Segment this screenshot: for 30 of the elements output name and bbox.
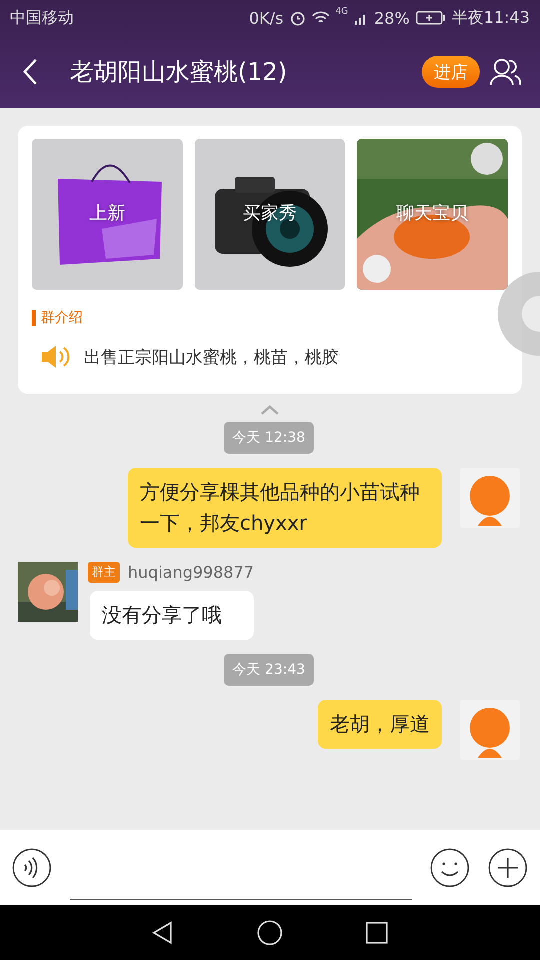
message-bubble: 没有分享了哦 bbox=[90, 591, 254, 640]
network-speed: 0K/s bbox=[249, 8, 284, 28]
plus-icon[interactable] bbox=[488, 848, 528, 888]
battery-icon bbox=[416, 11, 446, 25]
home-nav-icon[interactable] bbox=[257, 920, 283, 946]
sender-name: huqiang998877 bbox=[128, 563, 254, 582]
back-nav-icon[interactable] bbox=[151, 920, 175, 944]
carrier-name: 中国移动 bbox=[10, 8, 74, 28]
chat-title: 老胡阳山水蜜桃(12) bbox=[70, 57, 288, 88]
avatar bbox=[460, 468, 520, 528]
recents-nav-icon[interactable] bbox=[365, 920, 389, 944]
shortcut-tile[interactable]: 上新 bbox=[32, 139, 183, 290]
group-intro: 出售正宗阳山水蜜桃，桃苗，桃胶 bbox=[84, 346, 339, 368]
owner-badge: 群主 bbox=[88, 562, 120, 583]
speaker-icon bbox=[40, 344, 70, 370]
timestamp: 今天 12:38 bbox=[224, 422, 314, 454]
message-bubble: 方便分享棵其他品种的小苗试种一下，邦友chyxxr bbox=[128, 468, 442, 548]
clock: 半夜11:43 bbox=[452, 8, 530, 28]
voice-icon[interactable] bbox=[12, 848, 52, 888]
wifi-icon bbox=[312, 11, 330, 25]
battery-percent: 28% bbox=[374, 8, 410, 28]
timestamp: 今天 23:43 bbox=[224, 654, 314, 686]
avatar bbox=[460, 700, 520, 760]
network-type: 4G bbox=[336, 7, 348, 17]
shortcut-tile[interactable]: 买家秀 bbox=[194, 139, 346, 290]
back-icon[interactable] bbox=[22, 58, 38, 86]
members-icon[interactable] bbox=[490, 58, 522, 86]
message-bubble: 老胡，厚道 bbox=[318, 700, 442, 749]
alarm-icon bbox=[290, 10, 306, 26]
emoji-icon[interactable] bbox=[430, 848, 470, 888]
